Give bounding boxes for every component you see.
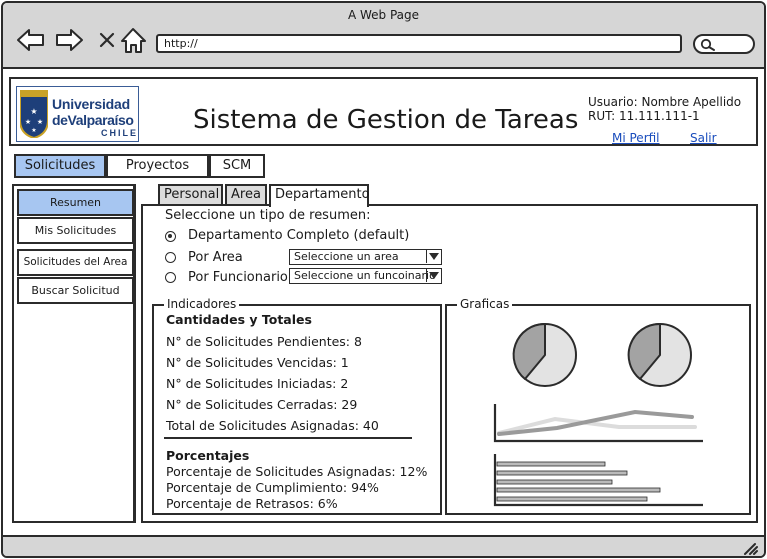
radio-departamento-completo[interactable]: [165, 231, 176, 242]
total-cerradas: N° de Solicitudes Cerradas: 29: [166, 397, 358, 412]
university-shield-icon: ★ ★ ★ ★: [20, 90, 48, 138]
main-content: Seleccione un tipo de resumen: Departame…: [141, 204, 758, 523]
browser-window: A Web Page http:// ★ ★ ★ ★ Universidad d…: [1, 1, 766, 558]
home-icon[interactable]: [119, 25, 149, 55]
area-select[interactable]: Seleccione un area: [289, 249, 442, 265]
back-arrow-icon[interactable]: [15, 25, 45, 55]
percentages-title: Porcentajes: [166, 448, 250, 463]
app-header: ★ ★ ★ ★ Universidad deValparaíso CHILE S…: [9, 77, 758, 146]
graphs-group: Graficas: [445, 297, 751, 515]
line-chart: [493, 404, 703, 443]
total-asignadas: Total de Solicitudes Asignadas: 40: [166, 418, 379, 433]
bar-chart: [493, 454, 703, 507]
percent-cumplimiento: Porcentaje de Cumplimiento: 94%: [166, 480, 379, 495]
indicators-legend: Indicadores: [164, 297, 240, 311]
user-rut-label: RUT: 11.111.111-1: [588, 109, 700, 123]
indicators-divider: [164, 437, 412, 439]
funcionario-select[interactable]: Seleccione un funcoinario: [289, 268, 442, 284]
search-icon: [700, 38, 715, 51]
forward-arrow-icon[interactable]: [55, 25, 85, 55]
profile-link[interactable]: Mi Perfil: [612, 131, 660, 145]
sidebar-item-solicitudes-area[interactable]: Solicitudes del Area: [17, 249, 134, 276]
radio-por-area-label: Por Area: [188, 250, 243, 265]
chevron-down-icon: [426, 269, 441, 282]
totals-title: Cantidades y Totales: [166, 312, 312, 327]
svg-text:★: ★: [31, 127, 36, 134]
total-pendientes: N° de Solicitudes Pendientes: 8: [166, 334, 362, 349]
indicators-group: Indicadores Cantidades y Totales N° de S…: [152, 297, 442, 515]
chevron-down-icon: [426, 250, 441, 263]
svg-text:★: ★: [30, 107, 37, 116]
subtab-personal[interactable]: Personal: [158, 184, 223, 205]
subtab-departamento[interactable]: Departamento: [269, 184, 370, 207]
sidebar-item-resumen[interactable]: Resumen: [17, 189, 134, 216]
percent-retrasos: Porcentaje de Retrasos: 6%: [166, 496, 338, 511]
radio-por-funcionario[interactable]: [165, 272, 176, 283]
subtab-area[interactable]: Area: [225, 184, 267, 205]
radio-departamento-completo-label: Departamento Completo (default): [188, 228, 410, 243]
university-logo: ★ ★ ★ ★ Universidad deValparaíso CHILE: [16, 86, 139, 142]
address-bar[interactable]: http://: [156, 34, 682, 53]
user-name-label: Usuario: Nombre Apellido: [588, 95, 742, 109]
logo-text-line3: CHILE: [101, 128, 138, 138]
funcionario-select-value: Seleccione un funcoinario: [294, 269, 436, 282]
resize-grip-icon[interactable]: [742, 541, 758, 555]
summary-type-prompt: Seleccione un tipo de resumen:: [165, 208, 371, 223]
total-iniciadas: N° de Solicitudes Iniciadas: 2: [166, 376, 349, 391]
tab-solicitudes[interactable]: Solicitudes: [14, 154, 106, 178]
area-select-value: Seleccione un area: [294, 250, 399, 263]
sidebar: Resumen Mis Solicitudes Solicitudes del …: [12, 184, 136, 523]
status-bar: [3, 535, 764, 556]
percent-asignadas: Porcentaje de Solicitudes Asignadas: 12%: [166, 464, 428, 479]
page-title: Sistema de Gestion de Tareas: [193, 105, 579, 135]
sidebar-item-buscar-solicitud[interactable]: Buscar Solicitud: [17, 277, 134, 304]
browser-search-field[interactable]: [693, 34, 755, 54]
total-vencidas: N° de Solicitudes Vencidas: 1: [166, 355, 349, 370]
browser-chrome: A Web Page http://: [3, 3, 764, 69]
tab-scm[interactable]: SCM: [209, 154, 265, 178]
sidebar-item-mis-solicitudes[interactable]: Mis Solicitudes: [17, 217, 134, 244]
pie-chart-1: [512, 322, 577, 387]
logo-text-line1: Universidad: [52, 96, 130, 112]
svg-text:★: ★: [25, 118, 31, 126]
radio-por-funcionario-label: Por Funcionario: [188, 270, 288, 285]
graphs-canvas: [493, 322, 703, 507]
pie-chart-2: [627, 322, 692, 387]
svg-text:★: ★: [37, 118, 43, 126]
window-title: A Web Page: [347, 8, 420, 22]
tab-proyectos[interactable]: Proyectos: [106, 154, 209, 178]
radio-por-area[interactable]: [165, 252, 176, 263]
logout-link[interactable]: Salir: [690, 131, 717, 145]
logo-text-line2: deValparaíso: [52, 112, 134, 128]
